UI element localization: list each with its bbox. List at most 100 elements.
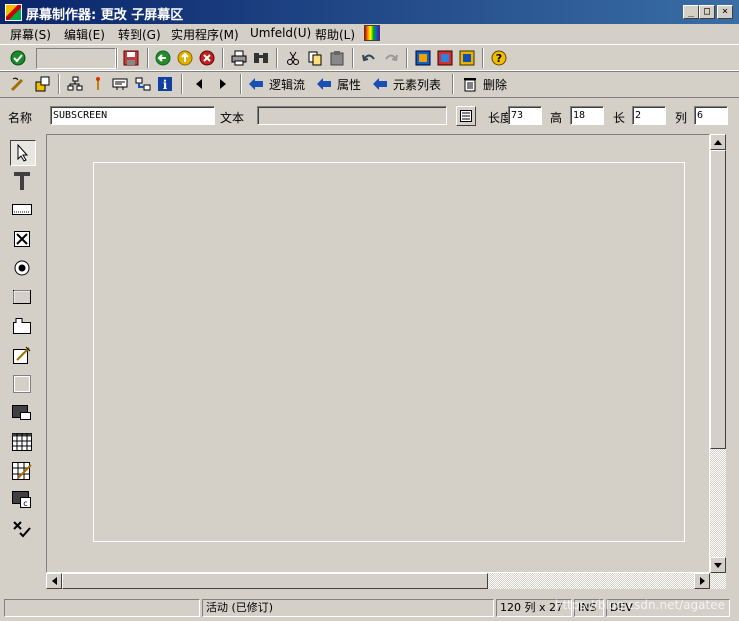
menu-edit[interactable]: 编辑(E) [64, 26, 105, 43]
network-icon[interactable] [133, 74, 153, 94]
arrow-right-icon [699, 577, 705, 585]
subscreen-tool-icon[interactable] [10, 401, 34, 425]
status-message [4, 599, 200, 617]
scroll-right-button[interactable] [694, 573, 710, 589]
paste-icon[interactable] [327, 48, 347, 68]
app-icon [5, 4, 22, 21]
layout-menu-icon[interactable] [364, 25, 380, 41]
screen-painter-window: 屏幕制作器: 更改 子屏幕区 _ □ × 屏幕(S) 编辑(E) 转到(G) 实… [0, 0, 739, 621]
trash-icon[interactable] [460, 74, 480, 94]
radio-button-tool-icon[interactable] [10, 256, 34, 280]
horizontal-scroll-track[interactable] [488, 573, 694, 589]
svg-text:?: ? [496, 52, 502, 65]
horizontal-scrollbar[interactable] [46, 573, 710, 589]
menu-bar: 屏幕(S) 编辑(E) 转到(G) 实用程序(M) Umfeld(U) 帮助(L… [0, 24, 739, 44]
dictionary-text-button[interactable] [456, 106, 476, 126]
close-button[interactable]: × [717, 5, 733, 19]
line-label: 长 [613, 111, 626, 125]
window-title: 屏幕制作器: 更改 子屏幕区 [26, 8, 184, 23]
delete-button[interactable]: 删除 [483, 76, 507, 93]
vertical-scroll-thumb[interactable] [710, 150, 726, 449]
horizontal-scroll-thumb[interactable] [62, 573, 488, 589]
layout-icon-1[interactable] [413, 48, 433, 68]
svg-text:c: c [23, 499, 27, 508]
standard-toolbar: ? [0, 44, 739, 72]
command-field[interactable] [36, 48, 116, 69]
cancel-icon[interactable] [197, 48, 217, 68]
tabstrip-wizard-icon[interactable] [10, 343, 34, 367]
menu-help[interactable]: 帮助(L) [315, 26, 355, 43]
scroll-up-button[interactable] [710, 134, 726, 150]
title-bar[interactable]: 屏幕制作器: 更改 子屏幕区 _ □ × [0, 0, 739, 24]
column-field[interactable]: 6 [694, 106, 728, 125]
vertical-scroll-track[interactable] [710, 449, 726, 557]
input-field-tool-icon[interactable] [10, 198, 34, 222]
enter-icon[interactable] [8, 48, 28, 68]
display-change-icon[interactable] [8, 74, 28, 94]
menu-screen[interactable]: 屏幕(S) [10, 26, 51, 43]
field-attribute-row: 名称 SUBSCREEN 文本 长度 73 高 18 长 2 列 6 [0, 100, 739, 132]
info-icon[interactable]: i [155, 74, 175, 94]
select-pointer-icon[interactable] [10, 140, 36, 166]
text-label: 文本 [220, 111, 245, 125]
status-icon-tool-icon[interactable] [10, 517, 34, 541]
help-icon[interactable]: ? [489, 48, 509, 68]
layout-canvas[interactable] [46, 134, 710, 573]
menu-environment[interactable]: Umfeld(U) [250, 26, 311, 40]
menu-utilities[interactable]: 实用程序(M) [171, 26, 239, 43]
menu-goto[interactable]: 转到(G) [118, 26, 161, 43]
name-field[interactable]: SUBSCREEN [50, 106, 215, 125]
redo-icon[interactable] [381, 48, 401, 68]
where-used-icon[interactable] [88, 74, 108, 94]
scroll-corner [710, 573, 726, 589]
save-icon[interactable] [121, 48, 141, 68]
next-icon[interactable] [213, 74, 233, 94]
undo-icon[interactable] [359, 48, 379, 68]
other-object-icon[interactable] [32, 74, 52, 94]
checkbox-tool-icon[interactable] [10, 227, 34, 251]
find-icon[interactable] [251, 48, 271, 68]
hierarchy-icon[interactable] [65, 74, 85, 94]
length-field[interactable]: 73 [508, 106, 542, 125]
height-field[interactable]: 18 [570, 106, 604, 125]
table-control-tool-icon[interactable] [10, 430, 34, 454]
text-list-icon [460, 110, 472, 122]
logic-flow-arrow-icon[interactable] [246, 74, 266, 94]
element-palette: c [8, 138, 38, 548]
scroll-left-button[interactable] [46, 573, 62, 589]
column-label: 列 [675, 111, 688, 125]
custom-control-tool-icon[interactable]: c [10, 488, 34, 512]
previous-icon[interactable] [189, 74, 209, 94]
table-wizard-icon[interactable] [10, 459, 34, 483]
subscreen-area[interactable] [93, 162, 685, 542]
line-field[interactable]: 2 [632, 106, 666, 125]
scroll-down-button[interactable] [710, 557, 726, 573]
watermark: https://blog.csdn.net/agatee [554, 598, 725, 612]
box-tool-icon[interactable] [10, 372, 34, 396]
vertical-scrollbar[interactable] [710, 134, 726, 573]
print-icon[interactable] [229, 48, 249, 68]
maximize-button[interactable]: □ [699, 5, 715, 19]
layout-icon-3[interactable] [457, 48, 477, 68]
height-label: 高 [550, 111, 563, 125]
element-list-button[interactable]: 元素列表 [393, 76, 441, 93]
arrow-up-icon [714, 139, 722, 145]
attributes-arrow-icon[interactable] [314, 74, 334, 94]
application-toolbar: i 逻辑流 属性 元素列表 删除 [0, 70, 739, 98]
back-icon[interactable] [153, 48, 173, 68]
pushbutton-tool-icon[interactable] [10, 285, 34, 309]
exit-icon[interactable] [175, 48, 195, 68]
text-field[interactable] [257, 106, 447, 125]
text-field-tool-icon[interactable] [10, 169, 34, 193]
minimize-button[interactable]: _ [683, 5, 699, 19]
dictionary-icon[interactable] [110, 74, 130, 94]
tabstrip-tool-icon[interactable] [10, 314, 34, 338]
cut-icon[interactable] [283, 48, 303, 68]
layout-icon-2[interactable] [435, 48, 455, 68]
arrow-down-icon [714, 562, 722, 568]
attributes-button[interactable]: 属性 [337, 76, 361, 93]
status-mode-text: 活动 (已修订) [202, 599, 494, 617]
copy-icon[interactable] [305, 48, 325, 68]
logic-flow-button[interactable]: 逻辑流 [269, 76, 305, 93]
element-list-arrow-icon[interactable] [370, 74, 390, 94]
